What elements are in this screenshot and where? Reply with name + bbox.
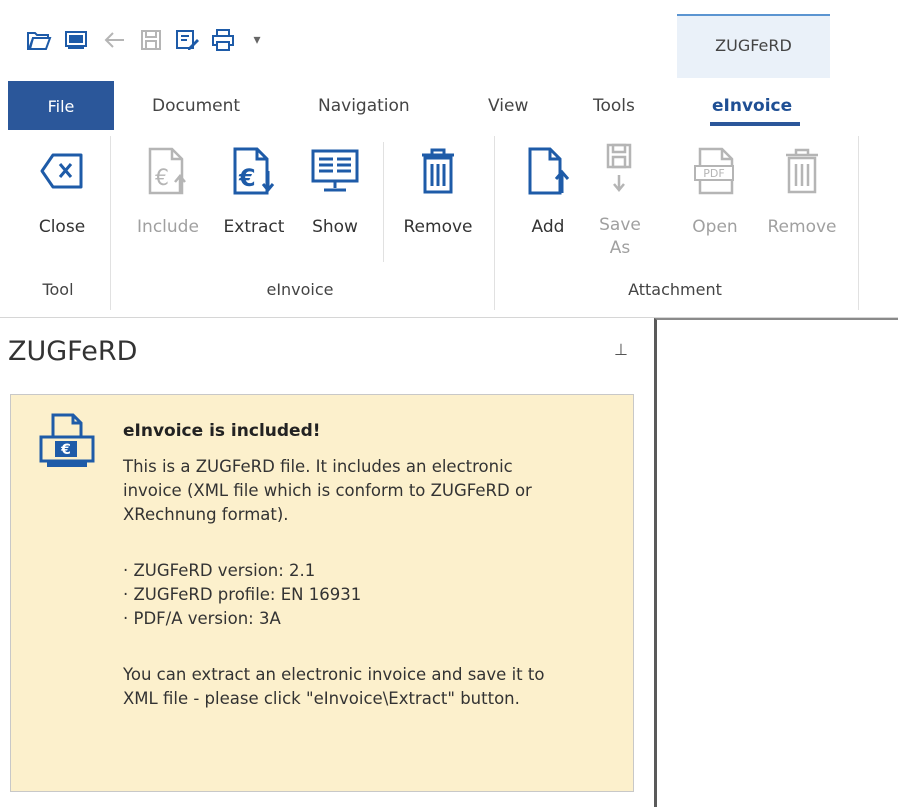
edit-icon[interactable] xyxy=(172,22,202,58)
tab-einvoice[interactable]: eInvoice xyxy=(712,96,792,116)
add-attachment-label: Add xyxy=(531,217,565,237)
include-label: Include xyxy=(137,217,199,237)
extract-button[interactable]: € Extract xyxy=(216,140,292,260)
info-heading: eInvoice is included! xyxy=(123,421,321,441)
group-separator xyxy=(858,136,859,310)
add-file-icon xyxy=(526,140,570,202)
remove-einvoice-label: Remove xyxy=(403,217,473,237)
panel-title: ZUGFeRD xyxy=(8,336,138,367)
info-footer-line: XML file - please click "eInvoice\Extrac… xyxy=(123,689,520,708)
tab-view[interactable]: View xyxy=(488,96,528,116)
info-body-line: invoice (XML file which is conform to ZU… xyxy=(123,481,532,500)
ribbon-tabs: File Document Navigation View Tools eInv… xyxy=(0,78,898,131)
group-separator xyxy=(494,136,495,310)
show-button[interactable]: Show xyxy=(300,140,370,260)
save-as-attachment-button[interactable]: Save As xyxy=(594,140,646,260)
zugferd-profile-detail: · ZUGFeRD profile: EN 16931 xyxy=(123,585,362,604)
open-folder-icon[interactable] xyxy=(24,22,54,58)
screen-icon[interactable] xyxy=(62,22,92,58)
tab-navigation[interactable]: Navigation xyxy=(318,96,410,116)
open-attachment-label: Open xyxy=(692,217,738,237)
svg-text:€: € xyxy=(238,164,256,192)
pdf-file-icon: PDF xyxy=(692,140,738,202)
active-tab-indicator xyxy=(710,122,800,126)
close-backspace-icon xyxy=(39,140,85,202)
group-label-attachment: Attachment xyxy=(628,280,722,299)
include-button[interactable]: € Include xyxy=(126,140,210,260)
info-body-line: This is a ZUGFeRD file. It includes an e… xyxy=(123,457,513,476)
save-as-label-line1: Save xyxy=(599,215,641,235)
tab-tools[interactable]: Tools xyxy=(593,96,635,116)
extract-label: Extract xyxy=(223,217,285,237)
print-icon[interactable] xyxy=(208,22,238,58)
pdf-badge-text: PDF xyxy=(703,167,724,180)
open-attachment-button[interactable]: PDF Open xyxy=(682,140,748,260)
svg-text:€: € xyxy=(60,442,71,458)
context-tab-label: ZUGFeRD xyxy=(715,36,792,55)
close-button[interactable]: Close xyxy=(26,140,98,260)
show-monitor-icon xyxy=(310,140,360,202)
include-einvoice-icon: € xyxy=(146,140,190,202)
info-footer-line: You can extract an electronic invoice an… xyxy=(123,665,545,684)
show-label: Show xyxy=(312,217,358,237)
remove-attachment-label: Remove xyxy=(767,217,837,237)
einvoice-printer-icon: € xyxy=(37,411,97,477)
tab-file[interactable]: File xyxy=(8,81,114,131)
save-icon[interactable] xyxy=(136,22,166,58)
save-download-icon xyxy=(602,140,638,200)
group-separator xyxy=(110,136,111,310)
close-label: Close xyxy=(38,217,86,237)
save-as-label: Save As xyxy=(599,214,641,260)
customize-dropdown-icon[interactable]: ▾ xyxy=(242,22,272,58)
info-body-line: XRechnung format). xyxy=(123,505,289,524)
trash-icon xyxy=(418,140,458,202)
group-label-tool: Tool xyxy=(42,280,74,299)
tab-document[interactable]: Document xyxy=(152,96,240,116)
extract-einvoice-icon: € xyxy=(231,140,277,202)
svg-text:€: € xyxy=(155,166,169,191)
add-attachment-button[interactable]: Add xyxy=(516,140,580,260)
remove-attachment-button[interactable]: Remove xyxy=(760,140,844,260)
zugferd-panel: ZUGFeRD ⊥ € eInvoice is included! This i… xyxy=(0,318,648,807)
back-arrow-icon[interactable] xyxy=(100,22,130,58)
save-as-label-line2: As xyxy=(609,238,631,258)
einvoice-info-box: € eInvoice is included! This is a ZUGFeR… xyxy=(10,394,634,792)
group-label-einvoice: eInvoice xyxy=(266,280,334,299)
trash-icon xyxy=(782,140,822,202)
ribbon: Close Tool € Include € Extract Show Remo… xyxy=(0,130,898,318)
zugferd-version-detail: · ZUGFeRD version: 2.1 xyxy=(123,561,316,580)
remove-einvoice-button[interactable]: Remove xyxy=(396,140,480,260)
pdfa-version-detail: · PDF/A version: 3A xyxy=(123,609,281,628)
context-tab-zugferd[interactable]: ZUGFeRD xyxy=(677,14,830,78)
pin-icon[interactable]: ⊥ xyxy=(614,340,628,359)
document-viewer[interactable] xyxy=(654,318,898,807)
inner-separator xyxy=(383,142,384,262)
